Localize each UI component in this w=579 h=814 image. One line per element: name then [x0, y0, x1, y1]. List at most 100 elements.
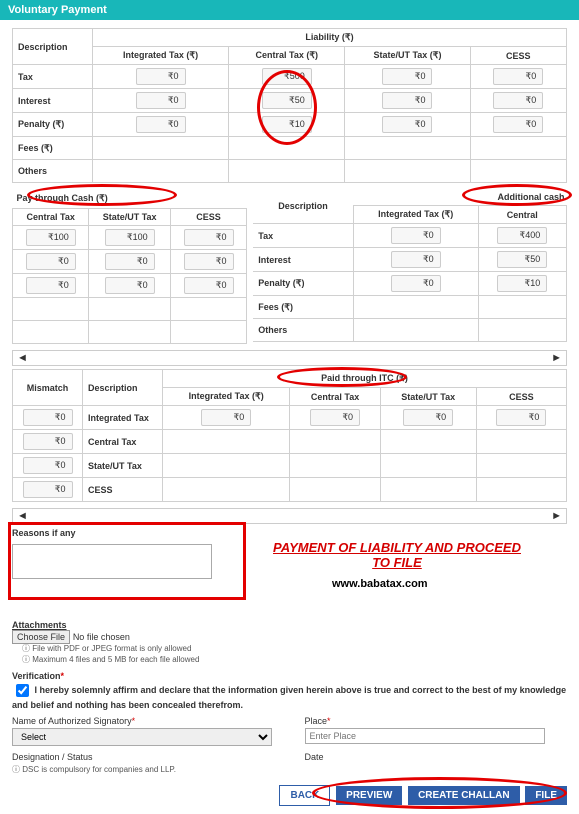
- cell-value: x: [476, 478, 566, 502]
- file-button[interactable]: FILE: [525, 786, 567, 805]
- page-title: Voluntary Payment: [8, 4, 107, 16]
- reasons-textarea[interactable]: [12, 544, 212, 579]
- pay-cash-title: Pay through Cash (₹): [13, 189, 247, 209]
- cell-value: ₹400: [478, 224, 566, 248]
- cell-value: ₹50: [478, 248, 566, 272]
- cell-value: ₹0: [470, 65, 567, 89]
- scroll-left-icon[interactable]: ◄: [17, 352, 28, 364]
- cell-value: x: [13, 298, 89, 321]
- cell-value: ₹0: [353, 248, 478, 272]
- cell-value: x: [170, 298, 247, 321]
- mismatch-cell: ₹0: [13, 454, 83, 478]
- cell-value: x: [229, 160, 345, 183]
- col-central: Central Tax (₹): [229, 47, 345, 65]
- cell-value: x: [13, 321, 89, 344]
- itc-col-stateut: State/UT Tax: [380, 388, 476, 406]
- mismatch-cell: ₹0: [13, 478, 83, 502]
- cell-value: ₹0: [476, 406, 566, 430]
- cell-value: ₹0: [93, 89, 229, 113]
- cell-value: x: [353, 319, 478, 342]
- scroll-right-icon-2[interactable]: ►: [551, 510, 562, 522]
- col-cess: CESS: [470, 47, 567, 65]
- attachments-label: Attachments: [12, 620, 567, 630]
- cell-value: ₹0: [170, 226, 247, 250]
- place-input[interactable]: [305, 728, 545, 744]
- cell-value: x: [478, 319, 566, 342]
- table-row: Othersxxxx: [13, 160, 567, 183]
- scroll-right-icon[interactable]: ►: [551, 352, 562, 364]
- itc-col-central: Central Tax: [290, 388, 380, 406]
- cell-value: x: [380, 454, 476, 478]
- cash-col-cess: CESS: [170, 209, 247, 226]
- choose-file-button[interactable]: Choose File: [12, 630, 70, 644]
- cell-value: ₹0: [170, 274, 247, 298]
- place-label: Place: [305, 716, 328, 726]
- table-row: ₹0Central Taxxxxx: [13, 430, 567, 454]
- table-row: Penalty (₹)₹0₹10: [253, 272, 566, 296]
- cell-value: ₹0: [345, 89, 470, 113]
- mismatch-cell: ₹0: [13, 430, 83, 454]
- table-row: ₹100₹100₹0: [13, 226, 247, 250]
- attach-note-2: ⓘ Maximum 4 files and 5 MB for each file…: [22, 654, 567, 665]
- page-header: Voluntary Payment: [0, 0, 579, 20]
- table-row: ₹0CESSxxxx: [13, 478, 567, 502]
- table-row: Tax₹0₹500₹0₹0: [13, 65, 567, 89]
- cell-value: ₹0: [89, 250, 170, 274]
- cell-value: x: [93, 160, 229, 183]
- row-label: Fees (₹): [13, 137, 93, 160]
- cell-value: x: [290, 478, 380, 502]
- cell-value: x: [476, 454, 566, 478]
- cell-value: x: [89, 321, 170, 344]
- cell-value: ₹10: [229, 113, 345, 137]
- scroll-bar[interactable]: ◄ ►: [12, 350, 567, 366]
- row-label: Penalty (₹): [13, 113, 93, 137]
- cell-value: x: [345, 160, 470, 183]
- verification-checkbox[interactable]: [16, 684, 29, 697]
- row-label: Interest: [253, 248, 353, 272]
- table-row: ₹0₹0₹0: [13, 274, 247, 298]
- pay-through-cash-table: Pay through Cash (₹) Central Tax State/U…: [12, 189, 247, 344]
- table-row: Tax₹0₹400: [253, 224, 566, 248]
- scroll-left-icon-2[interactable]: ◄: [17, 510, 28, 522]
- cell-value: x: [290, 430, 380, 454]
- signatory-select[interactable]: Select: [12, 728, 272, 746]
- row-label: Tax: [253, 224, 353, 248]
- cell-value: ₹0: [345, 65, 470, 89]
- addl-col-central: Central: [478, 206, 566, 224]
- cell-value: ₹0: [470, 89, 567, 113]
- dsc-note: ⓘ DSC is compulsory for companies and LL…: [12, 764, 567, 775]
- additional-cash-table: Description Additional cash Integrated T…: [253, 189, 567, 342]
- liability-table: Description Liability (₹) Integrated Tax…: [12, 28, 567, 183]
- cell-value: x: [229, 137, 345, 160]
- cell-value: ₹0: [470, 113, 567, 137]
- cell-value: ₹100: [13, 226, 89, 250]
- cell-value: ₹500: [229, 65, 345, 89]
- signatory-label: Name of Authorized Signatory: [12, 716, 132, 726]
- cell-value: x: [478, 296, 566, 319]
- cell-value: x: [163, 430, 290, 454]
- row-label: State/UT Tax: [83, 454, 163, 478]
- create-challan-button[interactable]: CREATE CHALLAN: [408, 786, 519, 805]
- preview-button[interactable]: PREVIEW: [336, 786, 402, 805]
- cell-value: x: [470, 160, 567, 183]
- row-label: CESS: [83, 478, 163, 502]
- row-label: Others: [13, 160, 93, 183]
- back-button[interactable]: BACK: [279, 785, 330, 806]
- table-row: xxx: [13, 321, 247, 344]
- itc-desc-head: Description: [83, 370, 163, 406]
- itc-mismatch-head: Mismatch: [13, 370, 83, 406]
- designation-label: Designation / Status: [12, 752, 275, 762]
- scroll-bar-2[interactable]: ◄ ►: [12, 508, 567, 524]
- cell-value: ₹0: [345, 113, 470, 137]
- overlay-big-text: PAYMENT OF LIABILITY AND PROCEED TO FILE: [272, 540, 522, 570]
- cell-value: ₹0: [353, 272, 478, 296]
- row-label: Interest: [13, 89, 93, 113]
- cell-value: x: [353, 296, 478, 319]
- cell-value: x: [93, 137, 229, 160]
- table-row: Othersxx: [253, 319, 566, 342]
- table-row: Fees (₹)xxxx: [13, 137, 567, 160]
- cell-value: ₹10: [478, 272, 566, 296]
- cell-value: ₹100: [89, 226, 170, 250]
- row-label: Fees (₹): [253, 296, 353, 319]
- mismatch-cell: ₹0: [13, 406, 83, 430]
